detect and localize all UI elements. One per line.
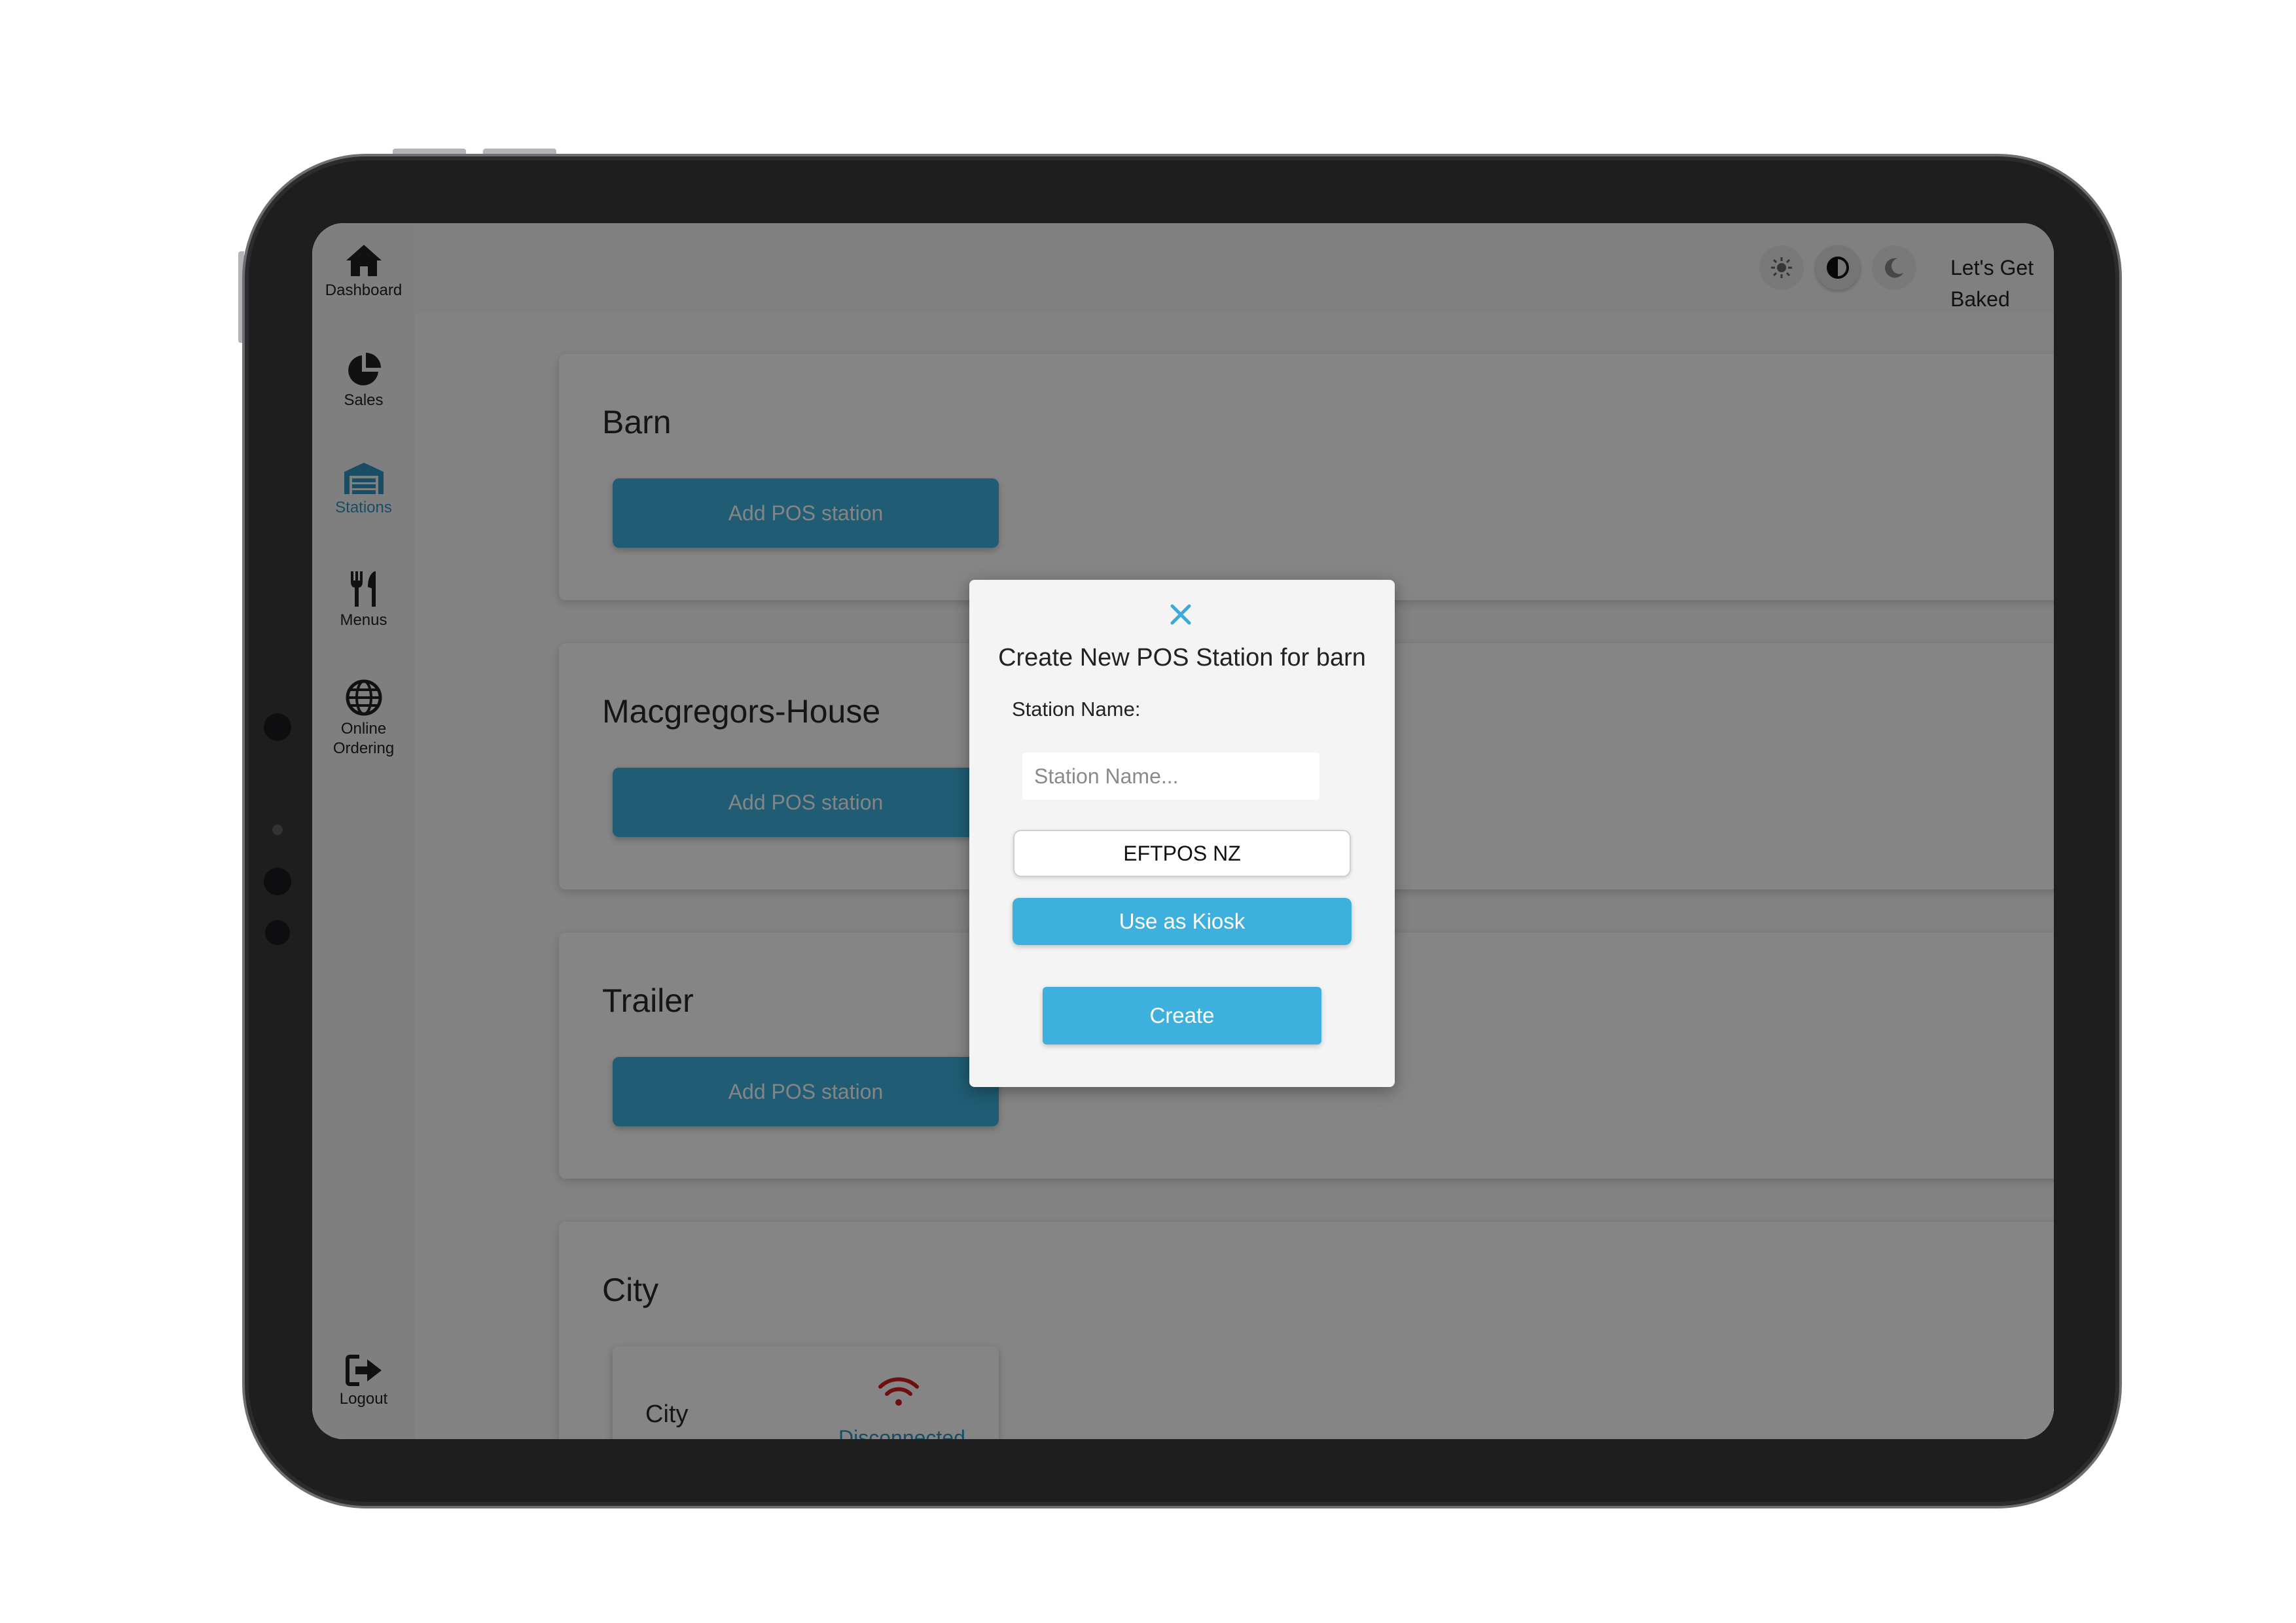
use-as-kiosk-button[interactable]: Use as Kiosk — [1013, 898, 1352, 945]
device-camera — [264, 713, 291, 741]
device-camera-lens — [264, 868, 291, 895]
modal-title: Create New POS Station for barn — [998, 644, 1366, 671]
station-name-input[interactable] — [1022, 753, 1319, 800]
device-sensor — [272, 825, 283, 835]
station-name-label: Station Name: — [1012, 698, 1141, 721]
close-modal-button[interactable] — [1169, 603, 1193, 630]
app-screen: Dashboard Sales Stations Menus Online Or… — [312, 223, 2054, 1439]
create-station-modal: Create New POS Station for barn Station … — [969, 580, 1395, 1087]
device-sensor-2 — [265, 920, 290, 945]
close-icon — [1170, 604, 1191, 625]
payment-provider-select[interactable]: EFTPOS NZ — [1013, 830, 1351, 877]
create-button[interactable]: Create — [1043, 987, 1321, 1044]
